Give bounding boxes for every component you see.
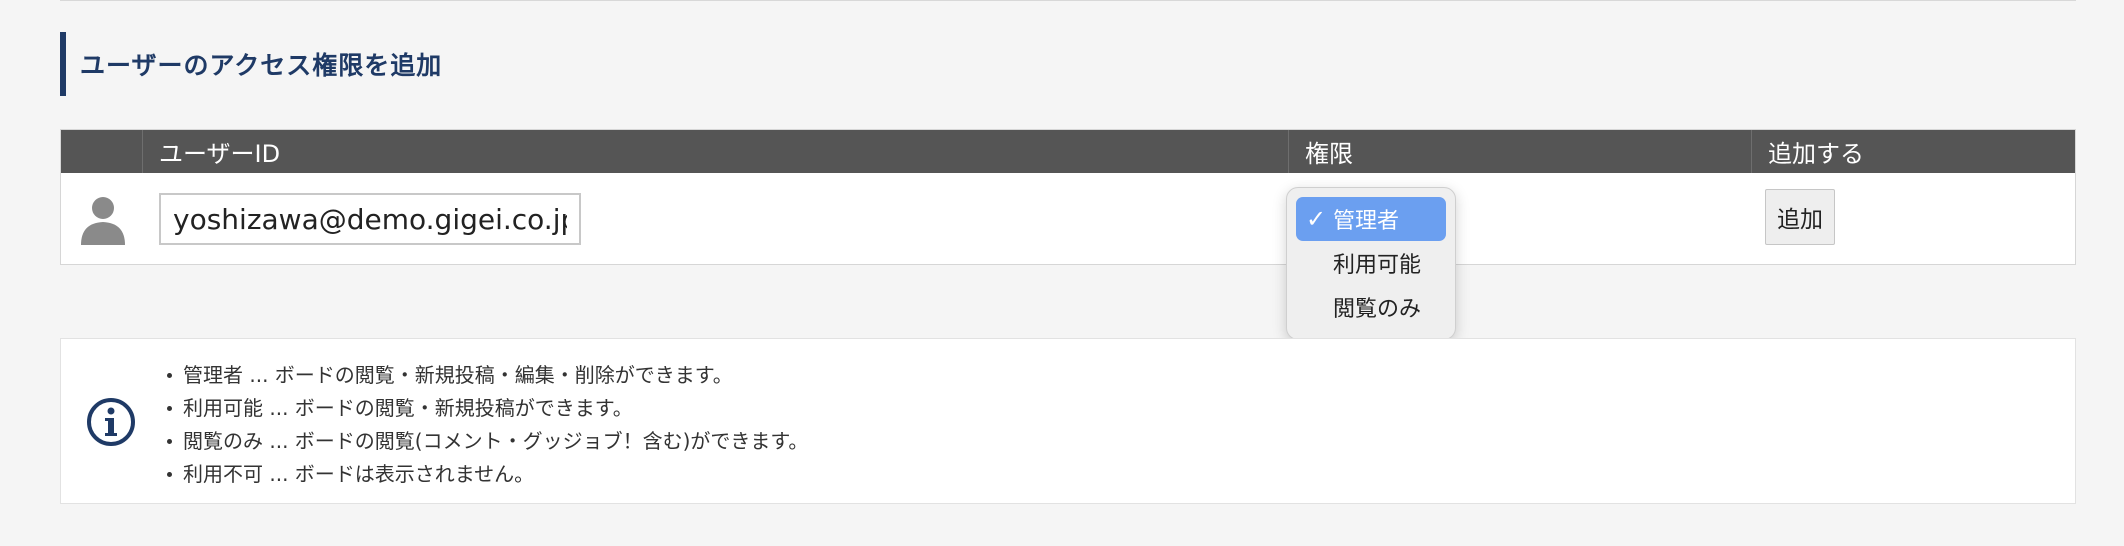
permission-description-list: 管理者 ... ボードの閲覧・新規投稿・編集・削除ができます。 利用可能 ...…	[166, 359, 808, 491]
list-item: 利用不可 ... ボードは表示されません。	[166, 458, 808, 491]
permission-info-box: 管理者 ... ボードの閲覧・新規投稿・編集・削除ができます。 利用可能 ...…	[60, 338, 2076, 504]
add-button[interactable]: 追加	[1765, 189, 1835, 245]
header-add: 追加する	[1751, 130, 2077, 173]
check-icon: ✓	[1306, 205, 1327, 233]
info-circle-icon	[87, 398, 135, 446]
permission-dropdown[interactable]: ✓ 管理者 利用可能 閲覧のみ	[1286, 187, 1456, 340]
header-user-id: ユーザーID	[142, 130, 1288, 173]
option-label: 利用可能	[1333, 253, 1422, 278]
option-label: 閲覧のみ	[1333, 297, 1422, 322]
list-item: 管理者 ... ボードの閲覧・新規投稿・編集・削除ができます。	[166, 359, 808, 392]
page-title: ユーザーのアクセス権限を追加	[60, 32, 442, 96]
list-item: 閲覧のみ ... ボードの閲覧(コメント・グッジョブ！含む)ができます。	[166, 425, 808, 458]
user-silhouette-icon	[81, 197, 125, 245]
list-item: 利用可能 ... ボードの閲覧・新規投稿ができます。	[166, 392, 808, 425]
user-id-input[interactable]	[159, 193, 581, 245]
access-table: ユーザーID 権限 追加する 追加	[60, 129, 2076, 265]
permission-option-view-only[interactable]: 閲覧のみ	[1296, 285, 1446, 329]
top-divider	[60, 0, 2076, 1]
table-row: 追加	[61, 173, 2075, 265]
header-avatar-col	[61, 130, 142, 173]
permission-option-admin[interactable]: ✓ 管理者	[1296, 197, 1446, 241]
permission-option-available[interactable]: 利用可能	[1296, 241, 1446, 285]
table-header: ユーザーID 権限 追加する	[61, 130, 2075, 173]
header-permission: 権限	[1288, 130, 1751, 173]
option-label: 管理者	[1333, 209, 1400, 234]
